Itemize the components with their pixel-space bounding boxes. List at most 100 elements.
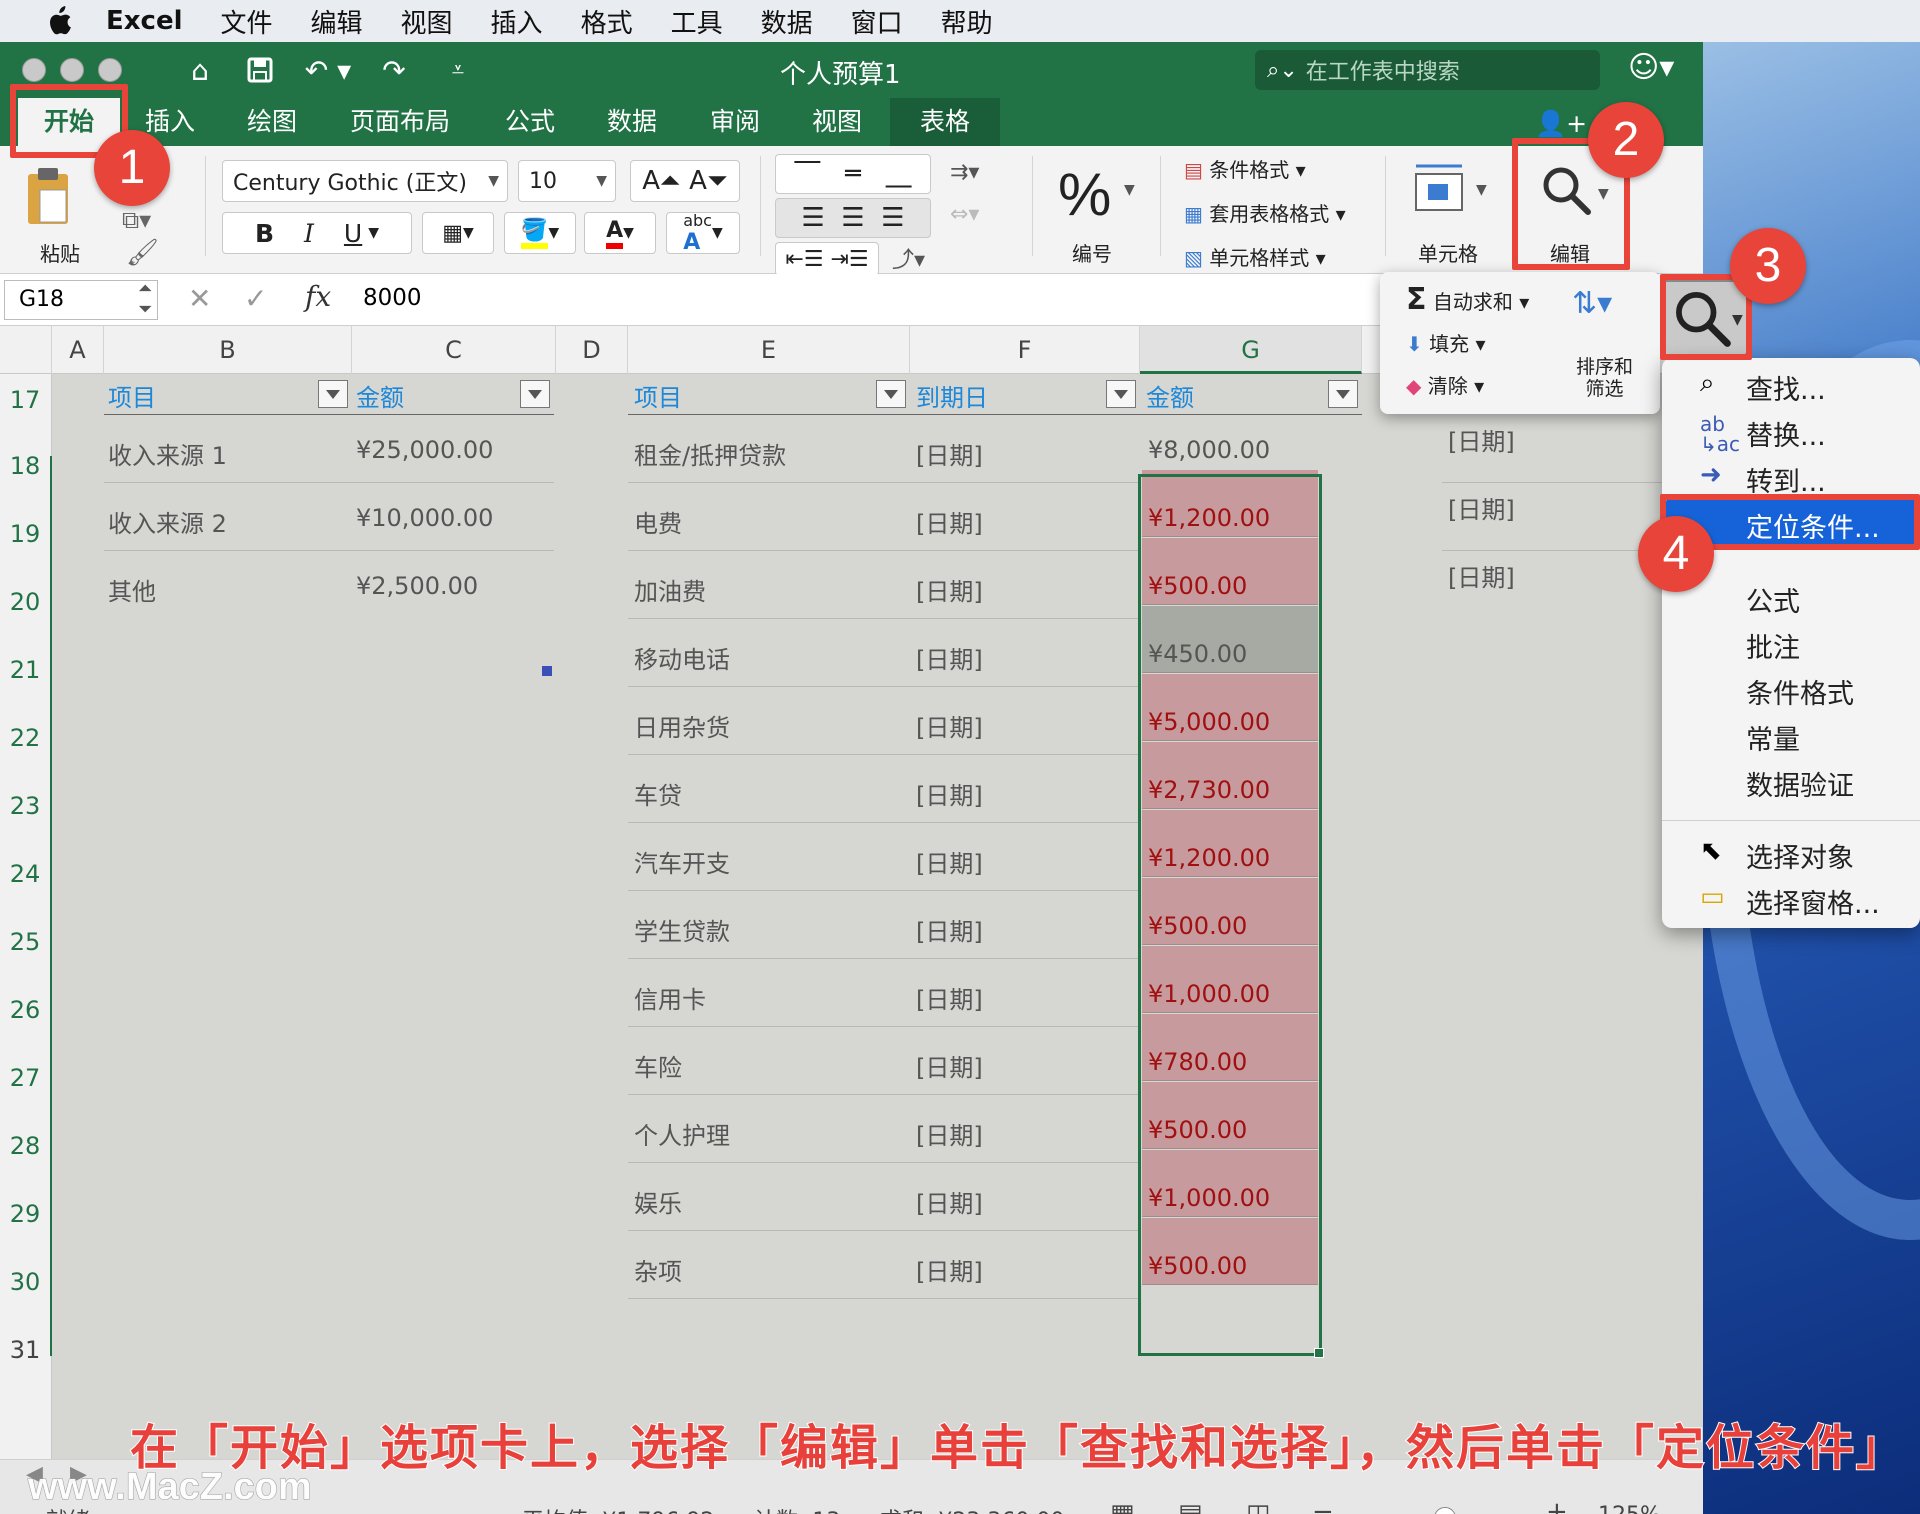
sheet-search-input[interactable]: ⌕⌄ 在工作表中搜索 (1255, 50, 1600, 90)
feedback-smiley-icon[interactable]: ☺▾ (1628, 50, 1674, 85)
tab-draw[interactable]: 绘图 (232, 98, 312, 146)
expense-due-cell[interactable]: [日期] (916, 1048, 983, 1083)
filter-dropdown-icon[interactable] (318, 380, 348, 408)
row-header[interactable]: 29 (0, 1200, 50, 1228)
format-painter-icon[interactable]: 🖌 (126, 238, 159, 268)
vertical-align-group[interactable]: ⎺ ═ ⎽ (775, 154, 931, 194)
expense-item-cell[interactable]: 车险 (634, 1048, 682, 1083)
expense-item-cell[interactable]: 移动电话 (634, 640, 730, 675)
undo-icon[interactable]: ↶ ▾ (298, 50, 358, 90)
name-box-stepper-icon[interactable]: ⏶ ⏷ (138, 278, 152, 320)
extra-date-cell[interactable]: [日期] (1448, 558, 1515, 593)
decrease-indent-icon[interactable]: ⇤☰ (785, 247, 823, 272)
align-right-icon[interactable]: ☰ (881, 203, 904, 233)
row-header[interactable]: 27 (0, 1064, 50, 1092)
income-item-cell[interactable]: 收入来源 2 (108, 504, 227, 539)
menu-replace[interactable]: 替换... (1746, 414, 1826, 453)
zoom-slider-thumb[interactable] (1434, 1507, 1456, 1514)
menubar-app-name[interactable]: Excel (106, 6, 183, 36)
row-header[interactable]: 20 (0, 588, 50, 616)
expense-item-cell[interactable]: 日用杂货 (634, 708, 730, 743)
income-item-cell[interactable]: 收入来源 1 (108, 436, 227, 471)
income-amount-cell[interactable]: ¥25,000.00 (356, 436, 493, 464)
income-item-cell[interactable]: 其他 (108, 572, 156, 607)
row-header[interactable]: 23 (0, 792, 50, 820)
row-header[interactable]: 18 (0, 452, 50, 480)
indent-group[interactable]: ⇤☰ ⇥☰ (775, 242, 879, 276)
autosum-button[interactable]: Σ 自动求和 ▾ (1406, 282, 1529, 317)
formula-input[interactable]: 8000 (363, 285, 422, 311)
align-center-icon[interactable]: ☰ (841, 203, 864, 233)
row-header[interactable]: 28 (0, 1132, 50, 1160)
zoom-level[interactable]: 125% (1598, 1503, 1661, 1514)
customize-toolbar-icon[interactable]: ⩡ (440, 50, 476, 90)
expense-due-cell[interactable]: [日期] (916, 572, 983, 607)
expense-item-cell[interactable]: 加油费 (634, 572, 706, 607)
align-top-icon[interactable]: ⎺ (794, 159, 820, 190)
expense-due-cell[interactable]: [日期] (916, 504, 983, 539)
table-resize-handle[interactable] (542, 666, 552, 676)
fill-color-button[interactable]: 🪣 ▼ (504, 212, 576, 254)
borders-button[interactable]: ▦ ▼ (422, 212, 494, 254)
name-box[interactable]: G18 (4, 280, 158, 320)
tab-page-layout[interactable]: 页面布局 (340, 98, 460, 146)
expense-item-cell[interactable]: 信用卡 (634, 980, 706, 1015)
menubar-edit[interactable]: 编辑 (311, 3, 363, 40)
font-color-button[interactable]: A ▼ (584, 212, 656, 254)
fill-handle[interactable] (1314, 1348, 1324, 1358)
expense-due-cell[interactable]: [日期] (916, 1116, 983, 1151)
expense-due-cell[interactable]: [日期] (916, 1252, 983, 1287)
expense-due-cell[interactable]: [日期] (916, 708, 983, 743)
sort-filter-button[interactable]: 排序和 筛选 (1576, 356, 1633, 400)
font-size-adjust[interactable]: A⏶ A⏷ (630, 160, 740, 202)
filter-dropdown-icon[interactable] (876, 380, 906, 408)
align-bottom-icon[interactable]: ⎽ (886, 159, 912, 190)
select-all-corner[interactable] (0, 326, 52, 374)
col-header-f[interactable]: F (910, 326, 1140, 374)
page-layout-view-icon[interactable]: ▤ (1178, 1499, 1203, 1514)
shrink-font-icon[interactable]: A⏷ (689, 166, 728, 197)
horizontal-align-group[interactable]: ☰ ☰ ☰ (775, 198, 931, 238)
percent-icon[interactable]: % (1058, 160, 1111, 229)
col-header-c[interactable]: C (352, 326, 556, 374)
col-header-d[interactable]: D (556, 326, 628, 374)
row-header[interactable]: 22 (0, 724, 50, 752)
expense-due-cell[interactable]: [日期] (916, 980, 983, 1015)
expense-item-cell[interactable]: 个人护理 (634, 1116, 730, 1151)
row-header[interactable]: 17 (0, 386, 50, 414)
format-as-table-button[interactable]: ▦ 套用表格格式 ▾ (1184, 198, 1346, 227)
grow-font-icon[interactable]: A⏶ (642, 166, 681, 197)
apple-icon[interactable] (40, 6, 78, 36)
row-header[interactable]: 21 (0, 656, 50, 684)
row-header[interactable]: 26 (0, 996, 50, 1024)
row-header[interactable]: 30 (0, 1268, 50, 1296)
save-icon[interactable] (238, 50, 282, 90)
paste-icon[interactable] (22, 164, 74, 228)
filter-dropdown-icon[interactable] (520, 380, 550, 408)
menu-select-objects[interactable]: 选择对象 (1746, 836, 1854, 875)
filter-dropdown-icon[interactable] (1106, 380, 1136, 408)
tab-review[interactable]: 审阅 (695, 98, 775, 146)
italic-button[interactable]: I (304, 219, 314, 248)
row-header[interactable]: 31 (0, 1336, 50, 1364)
expense-due-cell[interactable]: [日期] (916, 640, 983, 675)
zoom-out-icon[interactable]: − (1312, 1497, 1334, 1514)
home-icon[interactable]: ⌂ (178, 50, 222, 90)
filter-dropdown-icon[interactable] (1328, 380, 1358, 408)
bold-button[interactable]: B (255, 219, 274, 248)
extra-date-cell[interactable]: [日期] (1448, 490, 1515, 525)
underline-button[interactable]: U (344, 219, 362, 248)
menubar-window[interactable]: 窗口 (851, 3, 903, 40)
cancel-formula-icon[interactable]: ✕ (188, 282, 211, 315)
row-header[interactable]: 19 (0, 520, 50, 548)
menu-comments[interactable]: 批注 (1746, 626, 1800, 665)
col-header-e[interactable]: E (628, 326, 910, 374)
expense-item-cell[interactable]: 租金/抵押贷款 (634, 436, 786, 471)
income-amount-cell[interactable]: ¥2,500.00 (356, 572, 478, 600)
menubar-tools[interactable]: 工具 (671, 3, 723, 40)
tab-table[interactable]: 表格 (890, 98, 1000, 146)
enter-formula-icon[interactable]: ✓ (244, 282, 267, 315)
menu-constants[interactable]: 常量 (1746, 718, 1800, 757)
sort-filter-icon[interactable]: ⇅▾ (1572, 286, 1612, 321)
minimize-window-button[interactable] (60, 58, 84, 82)
